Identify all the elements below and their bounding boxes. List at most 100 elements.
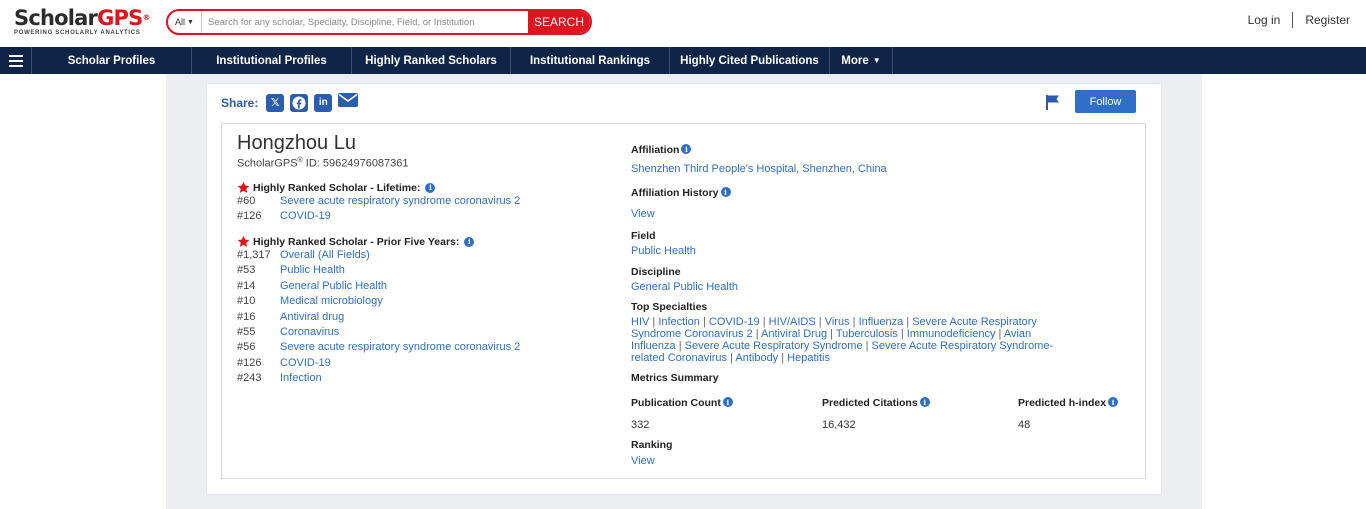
affiliation-history-label: Affiliation History i [631,187,731,199]
search-bar: All ▼ SEARCH [166,9,592,35]
rank-topic-link[interactable]: COVID-19 [280,357,331,372]
rank-number: #126 [237,356,262,369]
rank-number: #14 [237,279,256,292]
nav-scholar-profiles[interactable]: Scholar Profiles [32,47,192,74]
rank-topic-link[interactable]: Medical microbiology [280,295,383,310]
affiliation-label: Affiliation i [631,144,692,156]
nav-institutional-rankings[interactable]: Institutional Rankings [511,47,670,74]
specialty-separator: | [897,328,907,340]
specialty-link[interactable]: COVID-19 [709,316,760,328]
nav-highly-cited-publications[interactable]: Highly Cited Publications [670,47,830,74]
field-link[interactable]: Public Health [631,245,696,257]
info-icon[interactable]: i [1108,397,1119,407]
linkedin-icon[interactable]: in [314,93,333,112]
specialty-link[interactable]: Influenza [859,316,904,328]
specialty-link[interactable]: Tuberculosis [836,328,898,340]
specialty-separator: | [759,316,769,328]
scholar-id: ScholarGPS® ID: 59624976087361 [237,157,409,170]
info-icon[interactable]: i [464,236,475,247]
info-icon[interactable]: i [720,187,731,197]
nav-label: More [841,54,869,67]
nav-label: Highly Ranked Scholars [365,54,497,67]
star-icon [237,235,250,247]
info-icon[interactable]: i [681,144,692,154]
discipline-link[interactable]: General Public Health [631,281,738,293]
lifetime-heading: Highly Ranked Scholar - Lifetime: i [237,181,436,194]
search-button[interactable]: SEARCH [528,11,590,33]
nav-institutional-profiles[interactable]: Institutional Profiles [192,47,352,74]
specialty-link[interactable]: Severe Acute Respiratory Syndrome [685,340,863,352]
x-twitter-icon[interactable]: 𝕏 [266,93,285,112]
logo-tagline: POWERING SCHOLARLY ANALYTICS [14,30,141,36]
rank-topic-link[interactable]: Antiviral drug [280,311,344,326]
nav-more[interactable]: More ▼ [830,47,893,74]
affiliation-history-label-text: Affiliation History [631,187,719,199]
rank-number: #16 [237,310,256,323]
search-input[interactable] [202,11,528,33]
specialty-separator: | [699,316,709,328]
scholar-id-value: ID: 59624976087361 [302,157,409,170]
list-item: #14 General Public Health [237,280,520,295]
metrics-summary-label: Metrics Summary [631,372,719,384]
search-category-dropdown[interactable]: All ▼ [168,11,202,33]
rank-topic-link[interactable]: Coronavirus [280,326,339,341]
facebook-icon[interactable] [290,93,309,112]
follow-button[interactable]: Follow [1075,90,1136,113]
scholargps-logo[interactable]: ScholarGPS® POWERING SCHOLARLY ANALYTICS [14,6,150,36]
auth-divider [1292,12,1294,28]
specialty-link[interactable]: Antiviral Drug [761,328,827,340]
specialty-separator: | [778,352,788,364]
register-link[interactable]: Register [1305,13,1350,27]
affiliation-history-view-link[interactable]: View [631,208,655,220]
nav-label: Scholar Profiles [67,54,156,67]
info-icon[interactable]: i [722,397,733,407]
predicted-citations-label-text: Predicted Citations [822,397,918,409]
nav-highly-ranked-scholars[interactable]: Highly Ranked Scholars [352,47,511,74]
ranking-label: Ranking [631,439,673,451]
rank-topic-link[interactable]: General Public Health [280,280,387,295]
rank-number: #10 [237,295,256,308]
info-icon[interactable]: i [919,397,930,407]
login-link[interactable]: Log in [1248,13,1281,27]
main-nav: Scholar Profiles Institutional Profiles … [0,47,1366,74]
specialty-link[interactable]: HIV [631,316,649,328]
star-icon [237,181,250,193]
field-label: Field [631,230,656,242]
logo-text-scholar: Scholar [14,6,98,30]
publication-count-label-text: Publication Count [631,397,721,409]
rank-topic-link[interactable]: Overall (All Fields) [280,249,370,264]
flag-icon[interactable] [1045,94,1061,110]
specialty-link[interactable]: HIV/AIDS [769,316,816,328]
specialty-link[interactable]: Hepatitis [787,352,830,364]
specialty-separator: | [995,328,1004,340]
list-item: #126 COVID-19 [237,210,520,225]
rank-topic-link[interactable]: Public Health [280,264,345,279]
email-icon[interactable] [338,92,359,113]
rank-number: #60 [237,195,256,207]
info-icon[interactable]: i [425,182,436,193]
specialty-separator: | [815,316,825,328]
specialty-link[interactable]: Antibody [735,352,778,364]
rank-topic-link[interactable]: Severe acute respiratory syndrome corona… [280,195,520,210]
specialty-separator: | [862,340,872,352]
lifetime-heading-text: Highly Ranked Scholar - Lifetime: [253,181,421,194]
hamburger-menu-icon[interactable] [0,47,32,74]
search-category-value: All [175,17,186,27]
specialty-link[interactable]: Immunodeficiency [907,328,996,340]
rank-number: #126 [237,210,262,223]
nav-label: Highly Cited Publications [680,54,819,67]
specialty-link[interactable]: Virus [825,316,850,328]
rank-topic-link[interactable]: Severe acute respiratory syndrome corona… [280,341,520,356]
specialty-separator: | [649,316,659,328]
list-item: #10 Medical microbiology [237,295,520,310]
rank-topic-link[interactable]: Infection [280,372,322,387]
ranking-view-link[interactable]: View [631,455,655,467]
affiliation-label-text: Affiliation [631,144,680,156]
specialty-separator: | [903,316,913,328]
affiliation-link[interactable]: Shenzhen Third People's Hospital, Shenzh… [631,163,887,175]
rank-topic-link[interactable]: COVID-19 [280,210,331,225]
predicted-h-index-label: Predicted h-index i [1018,397,1119,409]
specialty-link[interactable]: Infection [658,316,700,328]
scholar-details-panel: Hongzhou Lu ScholarGPS® ID: 596249760873… [221,123,1146,479]
rank-number: #55 [237,325,256,338]
